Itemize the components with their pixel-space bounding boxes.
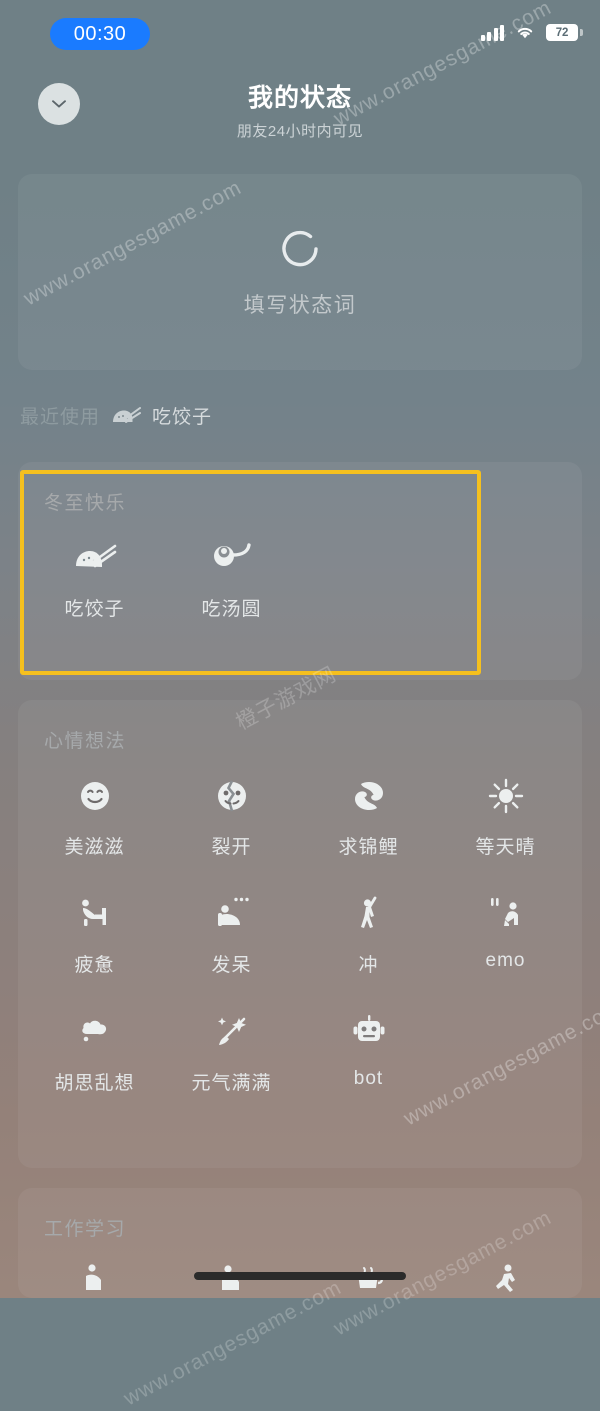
status-option-label: 元气满满 [191,1073,272,1094]
status-option-item[interactable]: 胡思乱想 [26,998,163,1116]
status-bar: 00:30 72 [0,0,600,62]
status-option-label: emo [485,950,526,971]
page-title: 我的状态 [247,84,352,112]
coffee-cup-icon [347,1258,391,1302]
status-option-label: 发呆 [211,955,252,976]
status-option-label: 吃汤圆 [201,599,262,620]
status-option-item[interactable]: 疲惫 [26,880,163,998]
koi-fish-icon [347,774,391,818]
status-input-card[interactable]: 填写状态词 [18,174,582,370]
section-title-work: 工作学习 [44,1219,127,1240]
sun-icon [484,774,528,818]
status-ring-icon [282,230,318,267]
page-header: 我的状态 朋友24小时内可见 [0,78,600,140]
status-option-label: 疲惫 [74,955,115,976]
battery-level: 72 [555,26,569,39]
status-option-label: 吃饺子 [64,599,125,620]
magic-wand-icon [210,1010,254,1054]
status-option-label: 裂开 [211,837,252,858]
status-option-item[interactable] [300,1246,437,1336]
section-title-mood: 心情想法 [44,731,127,752]
status-option-item[interactable]: 吃饺子 [26,524,163,642]
status-option-item[interactable]: 美滋滋 [26,762,163,880]
status-option-label: 等天晴 [475,837,536,858]
status-option-item[interactable]: bot [300,998,437,1116]
cheering-person-icon [347,892,391,936]
wifi-icon [515,25,535,40]
status-input-inner: 填写状态词 [18,226,582,319]
person-run-icon [484,1258,528,1302]
crouching-person-icon [484,892,528,936]
recently-used-label: 最近使用 [20,407,101,428]
section-card-festival: 冬至快乐 吃饺子 吃汤圆 [18,462,582,680]
section-grid-festival: 吃饺子 吃汤圆 [26,524,574,642]
battery-icon: 72 [546,24,583,41]
status-option-label: 求锦鲤 [338,837,399,858]
status-option-item[interactable]: emo [437,880,574,998]
status-option-item[interactable]: 元气满满 [163,998,300,1116]
status-placeholder-text: 填写状态词 [243,294,357,317]
status-bar-indicators: 72 [480,24,583,41]
status-bar-time: 00:30 [50,18,150,50]
phone-screen: 00:30 72 我的状态 朋友24小时内可见 填写状态词 最近使用 吃饺子 冬… [0,0,600,1410]
status-option-label: 冲 [358,955,379,976]
daydreaming-person-icon [210,892,254,936]
status-option-label: 胡思乱想 [54,1073,135,1094]
header-titles: 我的状态 朋友24小时内可见 [0,78,600,141]
status-option-item[interactable]: 发呆 [163,880,300,998]
signal-bars-icon [480,24,504,41]
tangyuan-spoon-icon [210,536,254,580]
status-option-item[interactable]: 冲 [300,880,437,998]
section-card-mood: 心情想法 美滋滋 裂开 求锦鲤 等天晴 疲惫 发呆 冲 emo 胡思乱想 元气满… [18,700,582,1168]
cracked-face-icon [210,774,254,818]
robot-head-icon [347,1010,391,1054]
section-title-festival: 冬至快乐 [44,493,127,514]
status-option-item[interactable]: 等天晴 [437,762,574,880]
thought-cloud-icon [73,1010,117,1054]
smiley-face-icon [73,774,117,818]
status-option-item[interactable]: 裂开 [163,762,300,880]
person-work-icon [210,1258,254,1302]
status-option-item[interactable]: 求锦鲤 [300,762,437,880]
status-option-item[interactable]: 吃汤圆 [163,524,300,642]
dumpling-icon [113,406,142,423]
page-subtitle: 朋友24小时内可见 [236,123,364,140]
status-option-item[interactable] [437,1246,574,1336]
status-option-item[interactable] [163,1246,300,1336]
person-study-icon [73,1258,117,1302]
section-grid-mood: 美滋滋 裂开 求锦鲤 等天晴 疲惫 发呆 冲 emo 胡思乱想 元气满满 bot [26,762,574,1116]
section-grid-work [26,1246,574,1336]
status-option-label: bot [353,1068,384,1089]
dumpling-icon [73,536,117,580]
section-card-work: 工作学习 [18,1188,582,1298]
recently-used-name: 吃饺子 [152,407,213,428]
recently-used-row[interactable]: 最近使用 吃饺子 [20,402,212,429]
tired-person-icon [73,892,117,936]
status-option-label: 美滋滋 [64,837,125,858]
home-indicator[interactable] [194,1272,406,1280]
status-option-item[interactable] [26,1246,163,1336]
